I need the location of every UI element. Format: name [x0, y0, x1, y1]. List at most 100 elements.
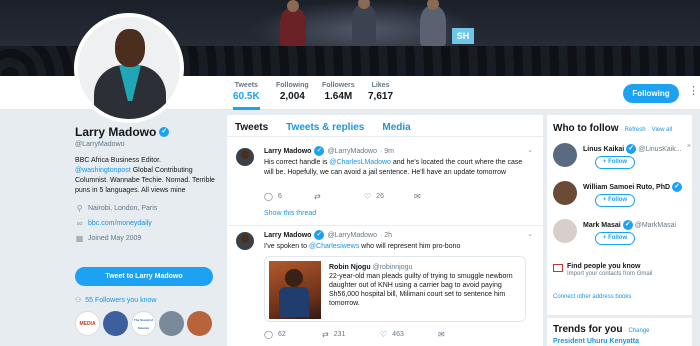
- like-button[interactable]: ♡ 26: [364, 192, 404, 201]
- reply-button[interactable]: ◯ 6: [264, 192, 304, 201]
- message-button[interactable]: ✉: [414, 192, 454, 201]
- tweet-mention-link[interactable]: @CharlesLMadowo: [329, 159, 391, 166]
- tweet-author-name[interactable]: Larry Madowo: [264, 232, 311, 239]
- bio-text: BBC Africa Business Editor.: [75, 157, 161, 164]
- stat-label: Tweets: [234, 82, 258, 89]
- tweet-avatar[interactable]: [236, 148, 254, 166]
- tweet[interactable]: ⌄ Larry Madowo ✓ @LarryMadowo · 9m His c…: [227, 138, 543, 226]
- tweet-author-handle[interactable]: @LarryMadowo: [327, 148, 377, 155]
- show-thread-link[interactable]: Show this thread: [264, 210, 316, 217]
- joined-text: Joined May 2009: [88, 235, 142, 242]
- follower-avatar[interactable]: MEDIA: [75, 311, 100, 336]
- suggestion-avatar[interactable]: [553, 219, 577, 243]
- verified-icon: ✓: [314, 146, 325, 156]
- stat-following[interactable]: Following 2,004: [276, 82, 309, 102]
- stat-likes[interactable]: Likes 7,617: [368, 82, 393, 102]
- tweet-to-button[interactable]: Tweet to Larry Madowo: [75, 267, 213, 286]
- retweet-icon: ⇄: [322, 330, 329, 339]
- tweet[interactable]: ⌄ Larry Madowo ✓ @LarryMadowo · 2h I've …: [227, 226, 543, 346]
- tweet-author-name[interactable]: Larry Madowo: [264, 148, 311, 155]
- trend-item[interactable]: President Uhuru Kenyatta: [547, 338, 692, 345]
- follow-label: Follow: [608, 159, 628, 165]
- suggestion-handle: @MarkMasai: [634, 221, 677, 229]
- suggestion-name[interactable]: Mark Masai: [583, 222, 621, 229]
- tab-tweets-replies[interactable]: Tweets & replies: [286, 122, 364, 136]
- tweet-text: I've spoken to @Charlesiwews who will re…: [264, 242, 532, 252]
- suggestion-avatar[interactable]: [553, 181, 577, 205]
- tab-tweets[interactable]: Tweets: [235, 122, 268, 136]
- profile-avatar[interactable]: [74, 13, 184, 123]
- suggestion-item[interactable]: Mark Masai ✓ @MarkMasai + Follow: [553, 219, 693, 259]
- tweet-text-part: I've spoken to: [264, 243, 309, 250]
- people-icon: ⚇: [75, 297, 82, 304]
- tweet-time[interactable]: · 9m: [380, 148, 394, 155]
- retweet-button[interactable]: ⇄: [314, 192, 354, 201]
- follow-button[interactable]: + Follow: [595, 156, 635, 169]
- who-to-follow-panel: Who to follow · Refresh · View all Linus…: [547, 115, 692, 315]
- profile-name[interactable]: Larry Madowo: [75, 125, 156, 139]
- retweet-icon: ⇄: [314, 192, 321, 201]
- suggestion-item[interactable]: William Samoei Ruto, PhD ✓ + Follow: [553, 181, 693, 221]
- profile-bio: BBC Africa Business Editor. @washingtonp…: [75, 156, 220, 196]
- bio-mention-link[interactable]: @washingtonpost: [75, 167, 131, 174]
- stat-label: Likes: [371, 82, 390, 89]
- follower-avatar[interactable]: The Sound of Science: [131, 311, 156, 336]
- stat-label: Following: [276, 82, 309, 89]
- website-row: ∞ bbc.com/moneydaily: [75, 219, 220, 228]
- change-trends-link[interactable]: Change: [628, 328, 649, 334]
- message-button[interactable]: ✉: [438, 330, 478, 339]
- follower-avatar[interactable]: [159, 311, 184, 336]
- suggestion-item[interactable]: Linus Kaikai ✓ @LinusKaik... × + Follow: [553, 143, 693, 183]
- stat-followers[interactable]: Followers 1.64M: [322, 82, 355, 102]
- suggestion-name[interactable]: Linus Kaikai: [583, 146, 624, 153]
- followers-you-know[interactable]: ⚇ 55 Followers you know: [75, 296, 156, 305]
- more-options-icon[interactable]: ⋮: [688, 86, 699, 97]
- follow-button[interactable]: + Follow: [595, 194, 635, 207]
- banner-sign: SH: [452, 28, 474, 44]
- followers-you-know-text[interactable]: 55 Followers you know: [85, 297, 156, 304]
- tweet-actions: ◯ 6 ⇄ ♡ 26 ✉: [264, 192, 454, 201]
- tweet-author-handle[interactable]: @LarryMadowo: [327, 232, 377, 239]
- stat-label: Followers: [322, 82, 355, 89]
- quoted-tweet-card[interactable]: Robin Njogu @robinnjogu 22-year-old man …: [264, 256, 526, 322]
- suggestion-name[interactable]: William Samoei Ruto, PhD: [583, 184, 670, 191]
- stat-value: 60.5K: [233, 91, 260, 102]
- follow-label: Follow: [608, 235, 628, 241]
- suggestion-avatar[interactable]: [553, 143, 577, 167]
- follow-button[interactable]: + Follow: [595, 232, 635, 245]
- profile-handle[interactable]: @LarryMadowo: [75, 141, 220, 148]
- calendar-icon: ▦: [75, 234, 84, 243]
- website-link[interactable]: bbc.com/moneydaily: [88, 220, 152, 227]
- person-add-icon: +: [602, 197, 607, 203]
- like-button[interactable]: ♡ 463: [380, 330, 428, 339]
- trends-header: Trends for you · Change: [547, 318, 692, 335]
- separator-dot: ·: [624, 328, 627, 334]
- reply-button[interactable]: ◯ 62: [264, 330, 312, 339]
- dismiss-icon[interactable]: ×: [687, 143, 691, 150]
- tweet-actions: ◯ 62 ⇄ 231 ♡ 463 ✉: [264, 330, 478, 339]
- tab-media[interactable]: Media: [382, 122, 410, 136]
- banner-person: [280, 8, 306, 46]
- profile-card: Larry Madowo ✓ @LarryMadowo BBC Africa B…: [75, 125, 220, 249]
- stat-value: 1.64M: [324, 91, 353, 102]
- tweet-mention-link[interactable]: @Charlesiwews: [309, 243, 359, 250]
- stat-tweets[interactable]: Tweets 60.5K: [233, 82, 260, 110]
- find-people-title[interactable]: Find people you know: [567, 263, 693, 270]
- tweet-text-part: who will represent him pro-bono: [359, 243, 461, 250]
- view-all-link[interactable]: View all: [652, 127, 673, 133]
- tweet-time[interactable]: · 2h: [380, 232, 392, 239]
- tweet-avatar[interactable]: [236, 232, 254, 250]
- tweet-header: Larry Madowo ✓ @LarryMadowo · 9m: [264, 146, 532, 156]
- following-button[interactable]: Following: [623, 84, 679, 103]
- reply-icon: ◯: [264, 192, 273, 201]
- follower-avatar[interactable]: [103, 311, 128, 336]
- refresh-link[interactable]: Refresh: [625, 127, 646, 133]
- follower-avatar[interactable]: [187, 311, 212, 336]
- tweet-header: Larry Madowo ✓ @LarryMadowo · 2h: [264, 230, 532, 240]
- suggestion-name-row: Mark Masai ✓ @MarkMasai: [583, 220, 676, 230]
- verified-icon: ✓: [314, 230, 325, 240]
- heart-icon: ♡: [380, 330, 388, 339]
- connect-address-books-link[interactable]: Connect other address books: [553, 294, 631, 300]
- find-people-section[interactable]: Find people you know Import your contact…: [553, 263, 693, 277]
- retweet-button[interactable]: ⇄ 231: [322, 330, 370, 339]
